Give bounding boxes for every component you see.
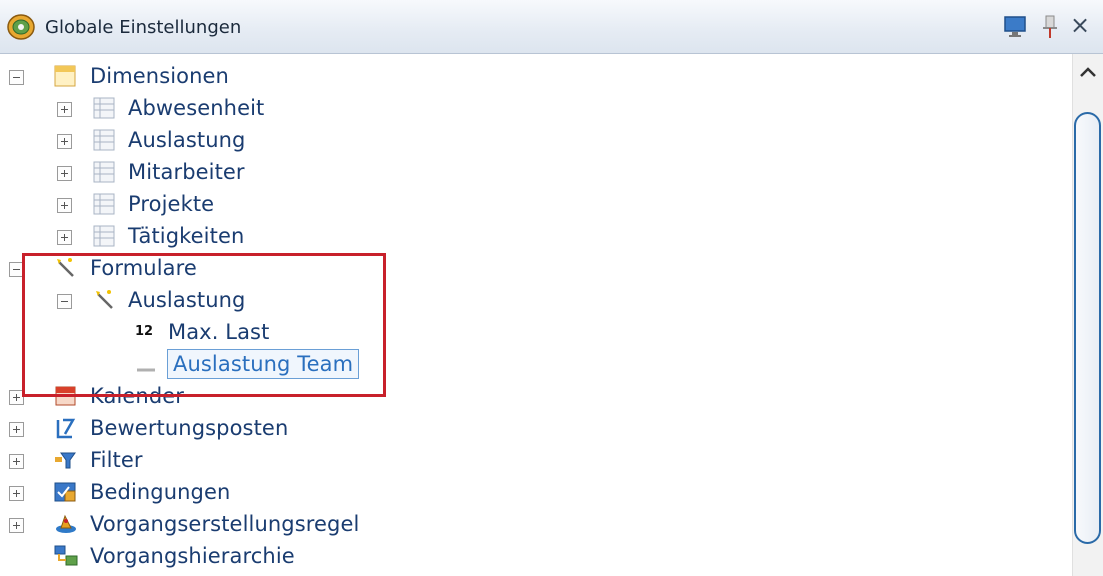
number-field-icon: 12	[135, 324, 154, 339]
tree-item-taetigkeiten[interactable]: Tätigkeiten	[128, 220, 244, 252]
tree-item-auslastung-formular[interactable]: Auslastung	[128, 284, 245, 316]
tree-item-bewertungsposten[interactable]: Bewertungsposten	[90, 412, 288, 444]
dimension-folder-icon	[54, 65, 76, 87]
tree-label: Bewertungsposten	[90, 416, 289, 440]
table-icon	[93, 129, 115, 151]
collapse-toggle[interactable]	[57, 294, 72, 309]
separator-line-icon	[137, 368, 155, 372]
tree-label: Projekte	[128, 192, 215, 216]
calendar-icon	[55, 386, 76, 406]
tree-item-auslastung-dimension[interactable]: Auslastung	[128, 124, 245, 156]
expand-toggle[interactable]	[9, 518, 24, 533]
form-wand-icon	[57, 258, 74, 277]
tree-label: Vorgangshierarchie	[90, 544, 295, 568]
tree-label: Max. Last	[168, 320, 270, 344]
collapse-toggle[interactable]	[9, 70, 24, 85]
expand-toggle[interactable]	[9, 454, 24, 469]
tree-label-selected: Auslastung Team	[167, 349, 360, 379]
tree-item-formulare[interactable]: Formulare	[90, 252, 197, 284]
tree-item-projekte[interactable]: Projekte	[128, 188, 214, 220]
tree-item-abwesenheit[interactable]: Abwesenheit	[128, 92, 264, 124]
expand-toggle[interactable]	[57, 166, 72, 181]
expand-toggle[interactable]	[57, 134, 72, 149]
scroll-up-arrow-icon[interactable]	[1078, 64, 1098, 80]
table-icon	[93, 225, 115, 247]
tree-item-dimensionen[interactable]: Dimensionen	[90, 60, 229, 92]
expand-toggle[interactable]	[9, 422, 24, 437]
tree-item-mitarbeiter[interactable]: Mitarbeiter	[128, 156, 245, 188]
filter-icon	[55, 452, 76, 469]
rule-icon	[56, 514, 76, 533]
collapse-toggle[interactable]	[9, 262, 24, 277]
expand-toggle[interactable]	[57, 230, 72, 245]
expand-toggle[interactable]	[9, 390, 24, 405]
tree-label: Auslastung	[128, 288, 246, 312]
tree-label: Vorgangserstellungsregel	[90, 512, 360, 536]
tree-label: Mitarbeiter	[128, 160, 245, 184]
monitor-icon[interactable]	[1002, 12, 1030, 40]
window-title: Globale Einstellungen	[45, 17, 242, 38]
tree-label: Dimensionen	[90, 64, 229, 88]
tree-label: Abwesenheit	[128, 96, 265, 120]
tree-item-kalender[interactable]: Kalender	[90, 380, 184, 412]
form-wand-icon	[96, 290, 113, 309]
settings-globe-icon	[7, 14, 35, 40]
evaluation-icon	[56, 418, 76, 439]
tree-label: Kalender	[90, 384, 185, 408]
tree-label: Filter	[90, 448, 143, 472]
settings-tree: Dimensionen Abwesenheit Auslastung Mitar…	[0, 54, 1070, 576]
tree-label: Auslastung	[128, 128, 246, 152]
tree-item-vorgangshierarchie[interactable]: Vorgangshierarchie	[90, 540, 295, 572]
table-icon	[93, 97, 115, 119]
expand-toggle[interactable]	[57, 102, 72, 117]
tree-item-filter[interactable]: Filter	[90, 444, 143, 476]
tree-label: Tätigkeiten	[128, 224, 245, 248]
expand-toggle[interactable]	[9, 486, 24, 501]
hierarchy-icon	[54, 545, 78, 566]
scrollbar-thumb[interactable]	[1074, 112, 1101, 544]
pin-icon[interactable]	[1036, 12, 1064, 40]
tree-label: Formulare	[90, 256, 197, 280]
tree-item-vorgangserstellungsregel[interactable]: Vorgangserstellungsregel	[90, 508, 359, 540]
tree-item-bedingungen[interactable]: Bedingungen	[90, 476, 230, 508]
tree-item-auslastung-team[interactable]: Auslastung Team	[167, 348, 360, 380]
close-icon[interactable]: ×	[1070, 13, 1090, 37]
tree-item-max-last[interactable]: Max. Last	[168, 316, 269, 348]
expand-toggle[interactable]	[57, 198, 72, 213]
condition-icon	[54, 482, 76, 502]
tree-label: Bedingungen	[90, 480, 231, 504]
table-icon	[93, 161, 115, 183]
table-icon	[93, 193, 115, 215]
window-titlebar: Globale Einstellungen ×	[0, 0, 1103, 54]
